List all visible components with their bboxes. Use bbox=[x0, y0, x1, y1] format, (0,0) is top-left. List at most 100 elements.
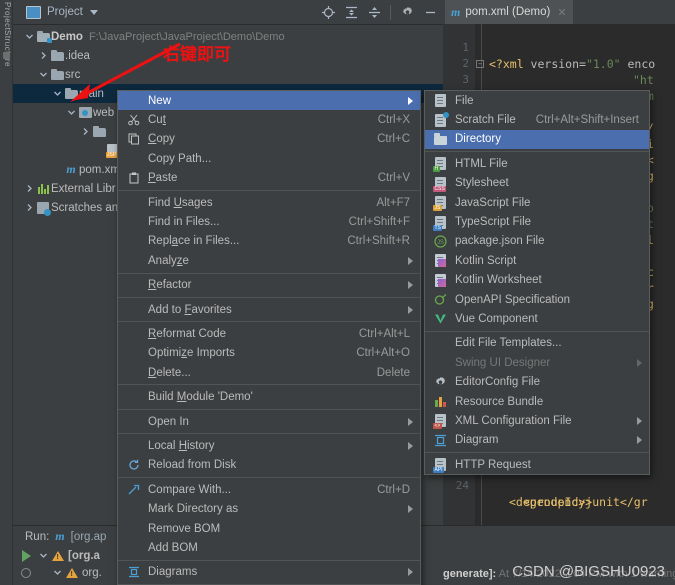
submenu-item-javascript-file[interactable]: JS JavaScript File bbox=[425, 193, 649, 212]
expand-all-icon[interactable] bbox=[340, 2, 362, 24]
menu-item-shortcut: Ctrl+X bbox=[377, 114, 410, 127]
submenu-item-kotlin-worksheet[interactable]: Kotlin Worksheet bbox=[425, 271, 649, 290]
menu-item-remove-bom[interactable]: Remove BOM bbox=[118, 519, 420, 538]
menu-item-copy[interactable]: Copy Ctrl+C bbox=[118, 130, 420, 149]
submenu-arrow-icon bbox=[637, 358, 642, 367]
menu-item-reformat-code[interactable]: Reformat Code Ctrl+Alt+L bbox=[118, 324, 420, 343]
submenu-item-package-json-file[interactable]: JS package.json File bbox=[425, 232, 649, 251]
npm-icon: JS bbox=[432, 232, 449, 251]
twisty-placeholder bbox=[51, 160, 63, 179]
maven-icon: m bbox=[66, 162, 76, 176]
submenu-item-file[interactable]: File bbox=[425, 91, 649, 110]
editor-tab-label: pom.xml (Demo) bbox=[465, 6, 551, 18]
vertical-tab-structure[interactable]: Structure bbox=[1, 30, 12, 67]
menu-separator bbox=[118, 189, 420, 191]
menu-item-delete[interactable]: Delete... Delete bbox=[118, 363, 420, 382]
chevron-down-icon[interactable] bbox=[53, 568, 62, 577]
menu-item-copy-path[interactable]: Copy Path... bbox=[118, 149, 420, 168]
submenu-item-typescript-file[interactable]: TS TypeScript File bbox=[425, 212, 649, 231]
run-tree-row[interactable]: org. bbox=[39, 564, 102, 581]
menu-item-shortcut: Alt+F7 bbox=[376, 196, 410, 209]
menu-item-label: File bbox=[455, 94, 474, 107]
submenu-item-diagram[interactable]: Diagram bbox=[425, 431, 649, 450]
chevron-down-icon[interactable] bbox=[39, 551, 48, 560]
chevron-right-icon[interactable] bbox=[23, 198, 35, 217]
menu-item-find-in-files[interactable]: Find in Files... Ctrl+Shift+F bbox=[118, 212, 420, 231]
submenu-item-resource-bundle[interactable]: Resource Bundle bbox=[425, 392, 649, 411]
submenu-item-directory[interactable]: Directory bbox=[425, 129, 649, 150]
settings-icon[interactable] bbox=[396, 2, 418, 24]
menu-separator bbox=[425, 151, 649, 153]
menu-item-build-module[interactable]: Build Module 'Demo' bbox=[118, 387, 420, 406]
run-button[interactable] bbox=[21, 550, 31, 562]
submenu-item-scratch-file[interactable]: Scratch File Ctrl+Alt+Shift+Insert bbox=[425, 110, 649, 129]
submenu-item-html-file[interactable]: H HTML File bbox=[425, 154, 649, 173]
chevron-down-icon[interactable] bbox=[51, 84, 63, 103]
pause-button[interactable] bbox=[21, 568, 31, 578]
chevron-right-icon[interactable] bbox=[37, 46, 49, 65]
menu-item-shortcut: Ctrl+Alt+O bbox=[356, 347, 410, 360]
menu-item-replace-in-files[interactable]: Replace in Files... Ctrl+Shift+R bbox=[118, 232, 420, 251]
menu-item-refactor[interactable]: Refactor bbox=[118, 276, 420, 295]
submenu-item-editorconfig-file[interactable]: EditorConfig File bbox=[425, 372, 649, 391]
menu-item-diagrams[interactable]: Diagrams bbox=[118, 563, 420, 582]
code-line: "ht bbox=[633, 73, 654, 87]
menu-item-add-to-favorites[interactable]: Add to Favorites bbox=[118, 300, 420, 319]
chevron-down-icon[interactable] bbox=[37, 65, 49, 84]
menu-item-label: XML Configuration File bbox=[455, 414, 572, 427]
submenu-item-edit-file-templates[interactable]: Edit File Templates... bbox=[425, 334, 649, 353]
menu-separator bbox=[118, 559, 420, 561]
scratches-icon bbox=[35, 198, 51, 217]
tree-row-src[interactable]: src bbox=[13, 65, 443, 84]
editor-tab-pom-xml[interactable]: m pom.xml (Demo) ✕ bbox=[445, 0, 573, 24]
tool-strip-icon[interactable] bbox=[3, 52, 10, 59]
chevron-down-icon[interactable] bbox=[65, 103, 77, 122]
close-icon[interactable]: ✕ bbox=[557, 6, 566, 19]
file-icon bbox=[432, 91, 449, 110]
menu-item-find-usages[interactable]: Find Usages Alt+F7 bbox=[118, 193, 420, 212]
chevron-right-icon[interactable] bbox=[79, 122, 91, 141]
project-panel-toolbar bbox=[317, 0, 441, 25]
submenu-item-vue-component[interactable]: Vue Component bbox=[425, 309, 649, 328]
locate-icon[interactable] bbox=[317, 2, 339, 24]
submenu-item-kotlin-script[interactable]: Kotlin Script bbox=[425, 251, 649, 270]
web-folder-icon bbox=[77, 103, 93, 122]
collapse-all-icon[interactable] bbox=[363, 2, 385, 24]
ts-file-icon: TS bbox=[432, 212, 449, 231]
fold-marker-icon[interactable]: − bbox=[476, 60, 484, 68]
vertical-tab-project[interactable]: Project bbox=[1, 2, 12, 30]
chevron-right-icon[interactable] bbox=[23, 179, 35, 198]
menu-item-mark-directory-as[interactable]: Mark Directory as bbox=[118, 499, 420, 518]
tree-row-idea[interactable]: .idea bbox=[13, 46, 443, 65]
hide-panel-icon[interactable] bbox=[419, 2, 441, 24]
diagram-icon bbox=[432, 431, 449, 450]
menu-item-shortcut: Ctrl+Alt+L bbox=[358, 327, 410, 340]
paste-icon bbox=[125, 169, 142, 188]
maven-icon: m bbox=[55, 529, 65, 543]
submenu-item-http-request[interactable]: API HTTP Request bbox=[425, 455, 649, 474]
menu-item-add-bom[interactable]: Add BOM bbox=[118, 538, 420, 557]
menu-item-analyze[interactable]: Analyze bbox=[118, 251, 420, 270]
chevron-down-icon[interactable] bbox=[89, 9, 98, 15]
menu-item-paste[interactable]: Paste Ctrl+V bbox=[118, 169, 420, 188]
menu-item-compare-with[interactable]: Compare With... Ctrl+D bbox=[118, 480, 420, 499]
menu-item-optimize-imports[interactable]: Optimize Imports Ctrl+Alt+O bbox=[118, 344, 420, 363]
menu-item-new[interactable]: New bbox=[118, 91, 420, 111]
run-tree-row[interactable]: [org.a bbox=[39, 547, 102, 564]
scratch-file-icon bbox=[432, 110, 449, 129]
menu-item-label: Directory bbox=[455, 133, 502, 146]
menu-separator bbox=[118, 272, 420, 274]
submenu-item-stylesheet[interactable]: CSS Stylesheet bbox=[425, 174, 649, 193]
menu-item-label: Compare With... bbox=[148, 483, 232, 496]
chevron-down-icon[interactable] bbox=[23, 27, 35, 46]
menu-item-shortcut: Ctrl+Alt+Shift+Insert bbox=[535, 114, 639, 127]
tree-row-demo[interactable]: Demo F:\JavaProject\JavaProject\Demo\Dem… bbox=[13, 27, 443, 46]
menu-item-open-in[interactable]: Open In bbox=[118, 412, 420, 431]
menu-item-local-history[interactable]: Local History bbox=[118, 436, 420, 455]
menu-item-cut[interactable]: Cut Ctrl+X bbox=[118, 110, 420, 129]
refresh-icon bbox=[125, 456, 142, 475]
menu-item-reload-from-disk[interactable]: Reload from Disk bbox=[118, 456, 420, 475]
submenu-item-xml-configuration-file[interactable]: <> XML Configuration File bbox=[425, 411, 649, 430]
menu-item-label: Delete... bbox=[148, 366, 191, 379]
submenu-item-openapi-specification[interactable]: OpenAPI Specification bbox=[425, 290, 649, 309]
